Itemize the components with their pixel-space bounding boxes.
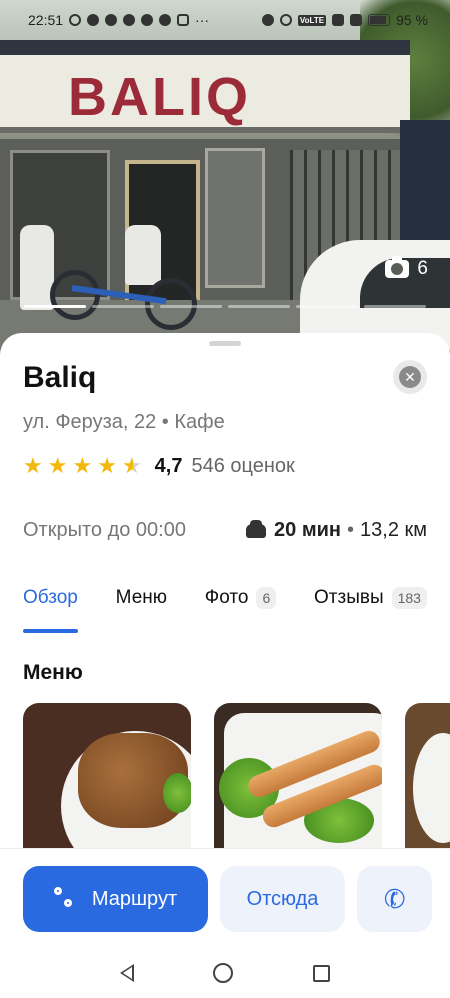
hours-row: Открыто до 00:00 20 мин • 13,2 км — [23, 519, 427, 542]
call-button[interactable]: ✆ — [357, 866, 432, 932]
tab-overview[interactable]: Обзор — [23, 587, 78, 633]
person — [20, 225, 54, 310]
menu-item-card[interactable] — [23, 703, 191, 853]
camera-icon — [385, 256, 410, 278]
menu-carousel[interactable] — [23, 703, 450, 853]
active-tab-indicator — [23, 629, 78, 633]
star-icon: ★ — [47, 453, 68, 478]
battery-percent: 95 % — [396, 12, 428, 28]
from-here-label: Отсюда — [246, 887, 319, 910]
photo-progress — [24, 305, 426, 308]
action-bar: Маршрут Отсюда ✆ — [0, 848, 450, 948]
photo-progress-segment — [228, 305, 290, 308]
tab-label: Отзывы — [314, 587, 384, 608]
phone-icon: ✆ — [379, 881, 409, 916]
rating-row[interactable]: ★ ★ ★ ★ ★ 4,7 546 оценок — [23, 453, 295, 479]
photo-progress-segment — [296, 305, 358, 308]
from-here-button[interactable]: Отсюда — [220, 866, 345, 932]
place-category: Кафе — [174, 411, 225, 433]
tab-reviews[interactable]: Отзывы 183 — [314, 587, 427, 613]
recent-apps-icon[interactable] — [313, 964, 331, 982]
car-icon — [246, 519, 267, 538]
status-time: 22:51 — [28, 12, 64, 28]
tab-label: Меню — [115, 587, 168, 608]
photo-progress-segment — [160, 305, 222, 308]
close-icon: ✕ — [399, 366, 421, 388]
person — [125, 225, 161, 285]
menu-heading: Меню — [23, 661, 83, 684]
route-icon — [53, 887, 78, 911]
place-name: Baliq — [23, 361, 97, 394]
volte-badge: VoLTE — [297, 14, 327, 26]
status-bar: 22:51 ··· VoLTE 95 % — [0, 0, 450, 40]
photo-count: 6 — [417, 258, 428, 279]
photo-progress-segment — [92, 305, 154, 308]
tab-photos[interactable]: Фото 6 — [204, 587, 277, 613]
back-icon[interactable] — [119, 964, 134, 982]
close-button[interactable]: ✕ — [393, 360, 427, 394]
home-icon[interactable] — [213, 963, 234, 983]
drag-handle[interactable] — [209, 341, 241, 346]
photo-progress-segment — [24, 305, 86, 308]
location-icon — [261, 14, 274, 26]
photos-count-badge: 6 — [256, 587, 277, 609]
separator-dot: • — [161, 411, 169, 433]
telegram-icon — [105, 14, 118, 26]
separator-dot: • — [347, 519, 355, 541]
telegram-icon — [123, 14, 136, 26]
signal-icon — [332, 14, 345, 26]
star-icon: ★ — [72, 453, 93, 478]
signal-icon — [350, 14, 363, 26]
more-notifications-icon: ··· — [195, 12, 210, 28]
tab-label: Обзор — [23, 587, 78, 608]
plate — [413, 733, 450, 843]
eye-icon — [69, 14, 82, 26]
opening-hours: Открыто до 00:00 — [23, 519, 186, 541]
place-address: ул. Феруза, 22 — [23, 411, 157, 433]
tab-label: Фото — [204, 587, 249, 608]
commute-info[interactable]: 20 мин • 13,2 км — [246, 519, 427, 542]
reviews-count-badge: 183 — [391, 587, 427, 609]
half-star-icon: ★ — [121, 453, 142, 478]
photo-counter[interactable]: 6 — [385, 256, 428, 280]
instagram-icon — [177, 14, 190, 26]
storefront-sign: BALIQ — [68, 67, 251, 127]
system-nav-bar — [0, 948, 450, 998]
lettuce — [163, 773, 191, 813]
photo-progress-segment — [364, 305, 426, 308]
bicycle-wheel — [50, 270, 100, 320]
rating-value: 4,7 — [154, 454, 183, 477]
bicycle-wheel — [145, 278, 197, 330]
place-address-line: ул. Феруза, 22 • Кафе — [23, 411, 225, 434]
menu-item-card[interactable] — [405, 703, 450, 853]
shop-window — [205, 148, 265, 288]
star-icon: ★ — [97, 453, 117, 478]
tab-bar: Обзор Меню Фото 6 Отзывы 183 — [23, 587, 427, 633]
battery-icon — [368, 14, 391, 26]
route-button[interactable]: Маршрут — [23, 866, 208, 932]
telegram-icon — [141, 14, 154, 26]
chat-icon — [159, 14, 172, 26]
reviews-count: 546 оценок — [191, 454, 295, 477]
alarm-icon — [87, 14, 100, 26]
wifi-icon — [279, 14, 292, 26]
route-button-label: Маршрут — [91, 887, 178, 910]
commute-time: 20 мин — [274, 519, 341, 541]
tab-menu[interactable]: Меню — [116, 587, 167, 613]
star-icon: ★ — [23, 453, 43, 478]
commute-distance: 13,2 км — [360, 519, 427, 541]
menu-item-card[interactable] — [214, 703, 382, 853]
place-photo[interactable]: BALIQ 6 — [0, 0, 450, 360]
